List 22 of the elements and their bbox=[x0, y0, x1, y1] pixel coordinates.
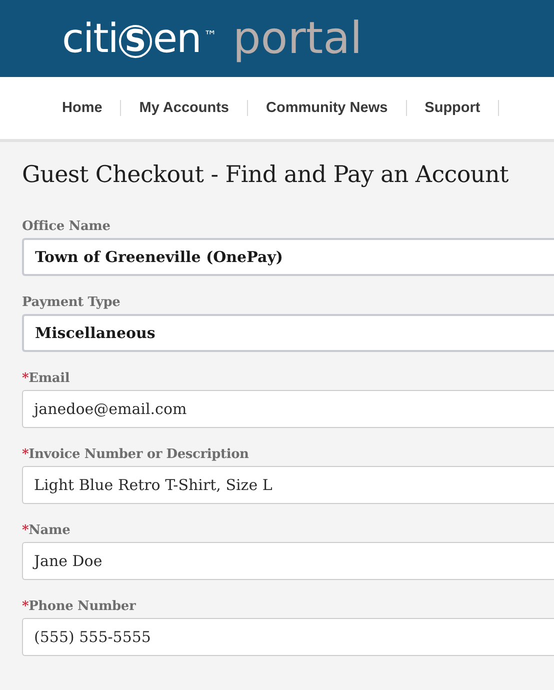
dropdown-field[interactable]: Miscellaneous bbox=[22, 314, 554, 352]
logo-text: citi bbox=[62, 14, 118, 62]
nav-link[interactable]: My Accounts bbox=[121, 100, 247, 116]
trademark-symbol: ™ bbox=[204, 28, 217, 44]
page-title: Guest Checkout - Find and Pay an Account bbox=[22, 162, 510, 188]
field-label: Payment Type bbox=[22, 294, 122, 312]
input-field[interactable]: Light Blue Retro T-Shirt, Size L bbox=[22, 466, 554, 504]
dropdown-field[interactable]: Town of Greeneville (OnePay) bbox=[22, 238, 554, 276]
field-label: *Email bbox=[22, 370, 71, 388]
nav-link[interactable]: Community News bbox=[248, 100, 406, 116]
field-label: Office Name bbox=[22, 218, 112, 236]
input-field[interactable]: (555) 555-5555 bbox=[22, 618, 554, 656]
field-label: *Phone Number bbox=[22, 598, 137, 616]
logo-portal-text: portal bbox=[232, 14, 362, 62]
logo-s-icon: S bbox=[118, 25, 152, 58]
field-label: *Invoice Number or Description bbox=[22, 446, 250, 464]
logo-text: en bbox=[152, 14, 201, 62]
nav-link[interactable]: Support bbox=[406, 100, 498, 116]
nav-link[interactable]: Home bbox=[44, 100, 120, 116]
field-label: *Name bbox=[22, 522, 72, 540]
input-field[interactable]: janedoe@email.com bbox=[22, 390, 554, 428]
input-field[interactable]: Jane Doe bbox=[22, 542, 554, 580]
